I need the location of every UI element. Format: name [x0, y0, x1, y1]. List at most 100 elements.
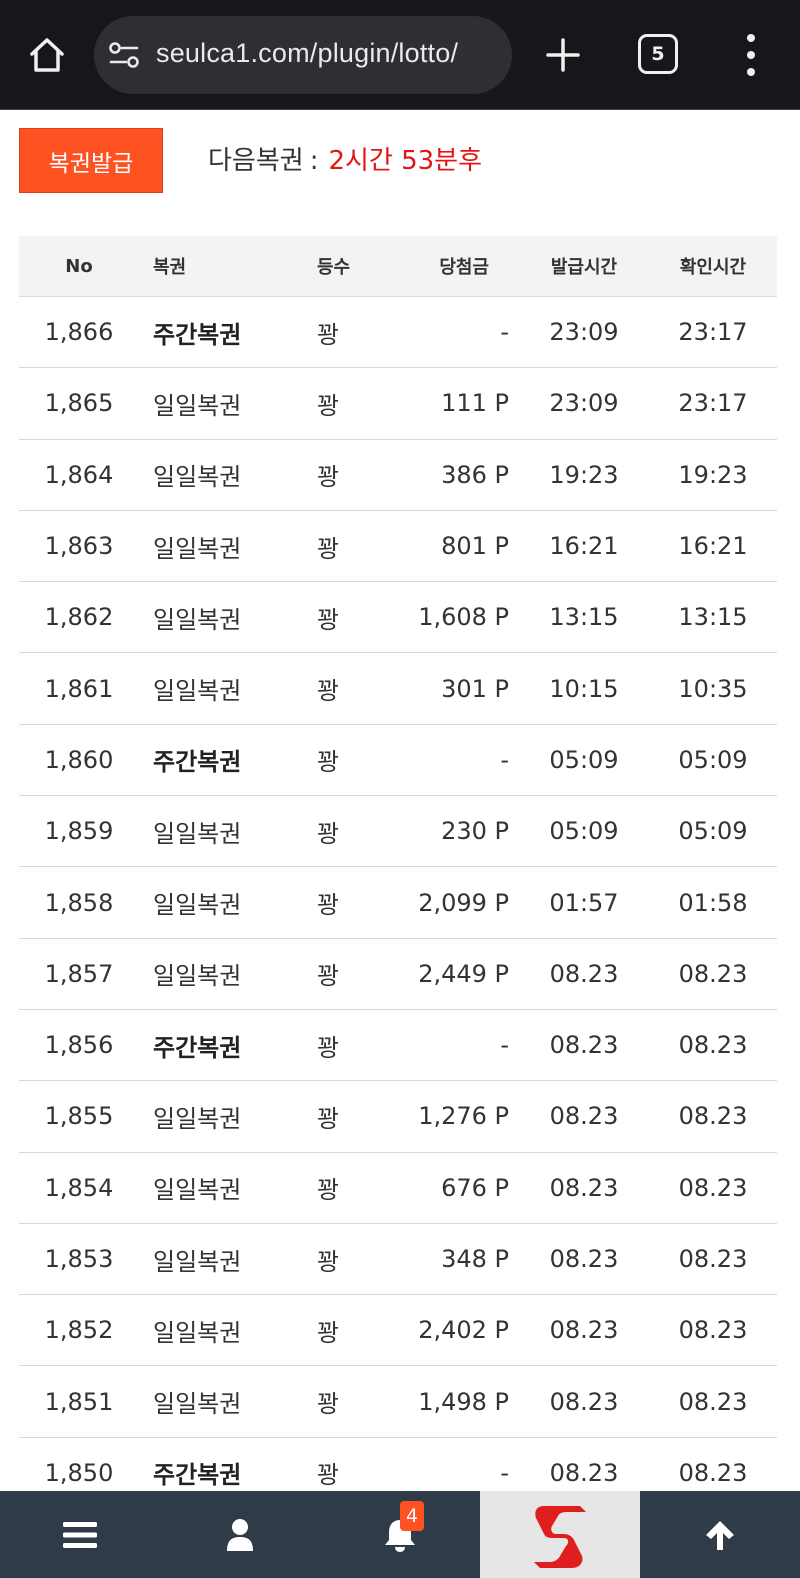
cell-checked: 08.23 [678, 1173, 748, 1202]
cell-type: 주간복권 [153, 1033, 242, 1062]
url-text[interactable]: seulca1.com/plugin/lotto/ [156, 38, 458, 69]
cell-type: 일일복권 [153, 677, 242, 706]
nav-home-logo[interactable] [480, 1491, 640, 1578]
cell-checked: 08.23 [678, 1245, 748, 1273]
cell-type: 주간복권 [153, 1461, 242, 1490]
new-tab-button[interactable] [538, 30, 588, 80]
issue-lottery-button[interactable]: 복권발급 [19, 128, 163, 193]
cell-rank: 꽝 [317, 1390, 340, 1419]
table-row: 1,862 일일복권 꽝 1,608 P 13:15 13:15 [19, 582, 777, 654]
cell-type: 일일복권 [153, 1247, 242, 1276]
cell-issued: 08.23 [549, 959, 619, 988]
table-row: 1,857 일일복권 꽝 2,449 P 08.23 08.23 [19, 939, 777, 1010]
table-header: No 복권 등수 당첨금 발급시간 확인시간 [19, 236, 777, 297]
cell-no: 1,857 [44, 959, 114, 988]
cell-issued: 05:09 [549, 817, 619, 846]
cell-rank: 꽝 [317, 320, 340, 349]
table-row: 1,856 주간복권 꽝 - 08.23 08.23 [19, 1010, 777, 1082]
site-settings-icon[interactable] [108, 41, 140, 69]
cell-issued: 23:09 [549, 318, 619, 347]
cell-checked: 16:21 [678, 532, 748, 561]
cell-issued: 10:15 [549, 674, 619, 703]
cell-checked: 08.23 [678, 1102, 748, 1131]
cell-rank: 꽝 [317, 1461, 340, 1490]
cell-rank: 꽝 [317, 534, 340, 563]
cell-prize: 111 P [441, 389, 509, 418]
cell-issued: 01:57 [549, 888, 619, 917]
nav-menu[interactable] [0, 1491, 160, 1578]
cell-issued: 08.23 [549, 1173, 619, 1202]
cell-prize: 230 P [441, 817, 509, 846]
table-row: 1,861 일일복권 꽝 301 P 10:15 10:35 [19, 653, 777, 725]
lottery-history-table: No 복권 등수 당첨금 발급시간 확인시간 1,866 주간복권 꽝 -23:09 2… [19, 236, 777, 1510]
cell-issued: 08.23 [549, 1387, 619, 1416]
cell-no: 1,854 [44, 1173, 114, 1202]
cell-no: 1,852 [44, 1316, 114, 1345]
table-row: 1,860 주간복권 꽝 - 05:09 05:09 [19, 725, 777, 797]
cell-no: 1,862 [44, 603, 114, 632]
cell-rank: 꽝 [317, 819, 340, 848]
cell-checked: 13:15 [678, 603, 748, 632]
cell-no: 1,864 [44, 460, 114, 489]
table-row: 1,865 일일복권 꽝 111 P 23:09 23:17 [19, 368, 777, 440]
cell-no: 1,866 [44, 318, 114, 347]
cell-rank: 꽝 [317, 605, 340, 634]
cell-prize: - [500, 1031, 509, 1060]
cell-no: 1,858 [44, 888, 114, 917]
cell-rank: 꽝 [317, 1247, 340, 1276]
cell-rank: 꽝 [317, 748, 340, 777]
cell-checked: 05:09 [678, 817, 748, 846]
cell-checked: 19:23 [678, 460, 748, 489]
cell-prize: 348 P [441, 1245, 509, 1273]
cell-no: 1,853 [44, 1245, 114, 1273]
site-logo-icon [534, 1505, 586, 1568]
address-bar[interactable]: seulca1.com/plugin/lotto/ [94, 16, 512, 94]
cell-rank: 꽝 [317, 391, 340, 420]
cell-prize: 676 P [441, 1173, 509, 1202]
next-lottery-label: 다음복권 [208, 146, 304, 176]
cell-checked: 23:17 [678, 389, 748, 418]
cell-prize: 301 P [441, 674, 509, 703]
home-button[interactable] [22, 30, 72, 80]
browser-toolbar: seulca1.com/plugin/lotto/ 5 [0, 0, 800, 110]
cell-no: 1,865 [44, 389, 114, 418]
cell-prize: 2,099 P [418, 888, 509, 917]
browser-menu-button[interactable] [736, 34, 766, 76]
header-type: 복권 [153, 257, 187, 278]
table-row: 1,858 일일복권 꽝 2,099 P 01:57 01:58 [19, 867, 777, 939]
header-issued: 발급시간 [550, 257, 618, 278]
nav-scroll-top[interactable] [640, 1491, 800, 1578]
cell-no: 1,856 [44, 1031, 114, 1060]
nav-profile[interactable] [160, 1491, 320, 1578]
table-row: 1,854 일일복권 꽝 676 P 08.23 08.23 [19, 1153, 777, 1224]
header-no: No [65, 255, 93, 277]
table-row: 1,863 일일복권 꽝 801 P 16:21 16:21 [19, 511, 777, 583]
cell-rank: 꽝 [317, 1033, 340, 1062]
table-row: 1,853 일일복권 꽝 348 P 08.23 08.23 [19, 1224, 777, 1296]
colon: : [309, 146, 319, 176]
cell-rank: 꽝 [317, 463, 340, 492]
cell-issued: 08.23 [549, 1031, 619, 1060]
cell-prize: 801 P [441, 532, 509, 561]
cell-checked: 08.23 [678, 1387, 748, 1416]
cell-type: 일일복권 [153, 534, 242, 563]
cell-rank: 꽝 [317, 1176, 340, 1205]
cell-prize: - [500, 745, 509, 774]
cell-no: 1,863 [44, 532, 114, 561]
nav-notifications[interactable]: 4 [320, 1491, 480, 1578]
notification-badge: 4 [400, 1501, 424, 1531]
cell-checked: 23:17 [678, 318, 748, 347]
next-lottery-info: 다음복권 : 2시간 53분후 [208, 140, 482, 177]
cell-checked: 10:35 [678, 674, 748, 703]
cell-issued: 23:09 [549, 389, 619, 418]
arrow-up-icon [706, 1520, 734, 1550]
tab-switcher-button[interactable]: 5 [638, 34, 678, 74]
table-row: 1,852 일일복권 꽝 2,402 P 08.23 08.23 [19, 1295, 777, 1367]
cell-issued: 08.23 [549, 1458, 619, 1487]
cell-rank: 꽝 [317, 1104, 340, 1133]
header-checked: 확인시간 [679, 257, 747, 278]
dot [747, 68, 755, 76]
cell-prize: 2,449 P [418, 959, 509, 988]
cell-issued: 19:23 [549, 460, 619, 489]
cell-type: 일일복권 [153, 1318, 242, 1347]
